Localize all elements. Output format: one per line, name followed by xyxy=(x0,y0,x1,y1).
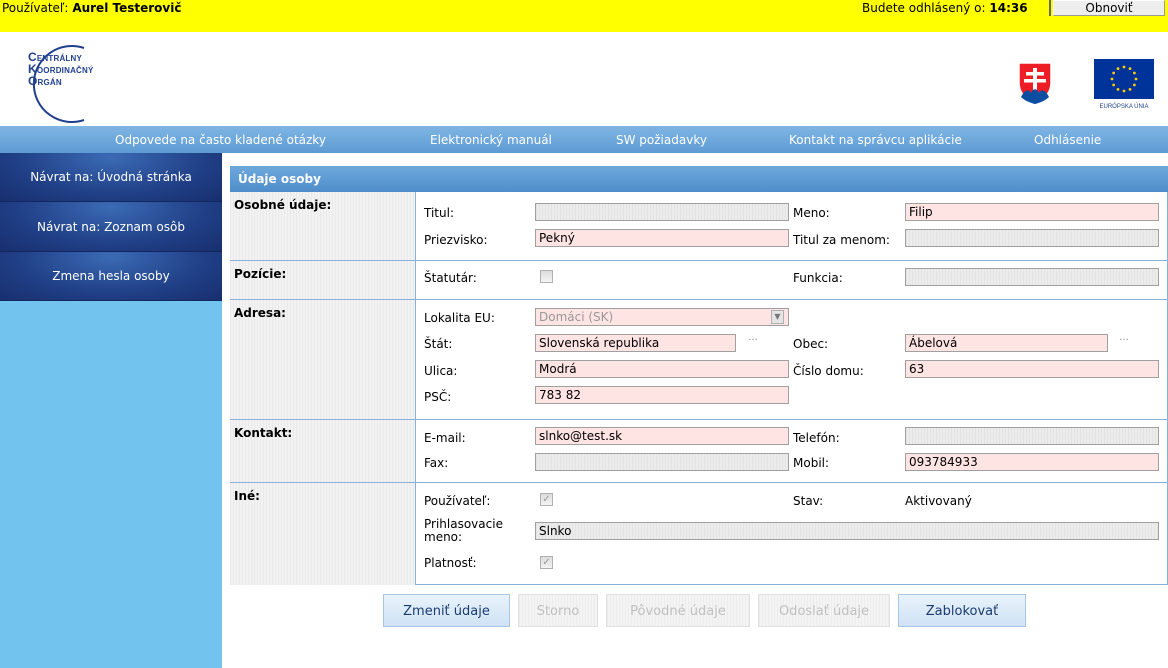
phone-label: Telefón: xyxy=(793,431,840,445)
email-field[interactable]: slnko@test.sk xyxy=(535,427,789,445)
user-label: Používateľ: xyxy=(2,1,69,15)
status-value: Aktivovaný xyxy=(905,494,972,508)
nav-sw-requests[interactable]: SW požiadavky xyxy=(616,133,707,147)
function-field[interactable] xyxy=(905,268,1159,286)
nav-manual[interactable]: Elektronický manuál xyxy=(430,133,552,147)
send-data-button[interactable]: Odoslať údaje xyxy=(758,594,890,627)
session-timeout: Budete odhlásený o: 14:36 xyxy=(862,1,1028,15)
locality-label: Lokalita EU: xyxy=(424,311,495,325)
validity-label: Platnosť: xyxy=(424,556,477,570)
login-label-line-2: meno: xyxy=(424,530,463,544)
phone-field[interactable] xyxy=(905,427,1159,445)
sidebar-item-change-password[interactable]: Zmena hesla osoby xyxy=(0,252,222,301)
title-after-field[interactable] xyxy=(905,229,1159,247)
user-flag-label: Používateľ: xyxy=(424,494,491,508)
street-label: Ulica: xyxy=(424,364,458,378)
nav-logout[interactable]: Odhlásenie xyxy=(1034,133,1101,147)
street-field[interactable]: Modrá xyxy=(535,360,789,378)
slovak-emblem-icon xyxy=(1018,62,1052,105)
title-after-label: Titul za menom: xyxy=(793,233,890,247)
nav-contact-admin[interactable]: Kontakt na správcu aplikácie xyxy=(789,133,962,147)
state-field[interactable]: Slovenská republika xyxy=(535,334,736,352)
state-label: Štát: xyxy=(424,337,453,351)
change-data-button[interactable]: Zmeniť údaje xyxy=(383,594,510,627)
name-field[interactable]: Filip xyxy=(905,203,1159,221)
sidebar-item-home[interactable]: Návrat na: Úvodná stránka xyxy=(0,153,222,202)
municipality-label: Obec: xyxy=(793,337,829,351)
section-label: Kontakt: xyxy=(230,420,416,482)
surname-field[interactable]: Pekný xyxy=(535,229,789,247)
user-checkbox[interactable]: ✓ xyxy=(540,493,553,506)
sidebar-item-person-list[interactable]: Návrat na: Zoznam osôb xyxy=(0,202,222,252)
top-status-bar: Používateľ: Aurel Testerovič Budete odhl… xyxy=(0,0,1168,32)
chevron-down-icon[interactable]: ▼ xyxy=(771,310,784,324)
fax-label: Fax: xyxy=(424,456,449,470)
surname-label: Priezvisko: xyxy=(424,233,488,247)
mobile-field[interactable]: 093784933 xyxy=(905,453,1159,471)
separator xyxy=(1049,0,1051,16)
mobile-label: Mobil: xyxy=(793,456,830,470)
zip-field[interactable]: 783 82 xyxy=(535,386,789,404)
name-label: Meno: xyxy=(793,206,830,220)
zip-label: PSČ: xyxy=(424,390,452,404)
title-field[interactable] xyxy=(535,203,789,221)
title-label: Titul: xyxy=(424,206,454,220)
current-user: Používateľ: Aurel Testerovič xyxy=(2,1,181,15)
section-label: Pozície: xyxy=(230,261,416,299)
state-lookup-button[interactable]: ··· xyxy=(742,334,764,352)
login-name-label: Prihlasovacie meno: xyxy=(424,518,503,544)
statutory-checkbox[interactable] xyxy=(540,270,553,283)
section-label: Osobné údaje: xyxy=(230,192,416,260)
municipality-field[interactable]: Ábelová xyxy=(905,334,1108,352)
cancel-button[interactable]: Storno xyxy=(518,594,598,627)
house-number-label: Číslo domu: xyxy=(793,364,864,378)
eu-caption: EURÓPSKA ÚNIA xyxy=(1099,104,1149,110)
refresh-button[interactable]: Obnoviť xyxy=(1053,0,1165,16)
municipality-lookup-button[interactable]: ··· xyxy=(1113,334,1135,352)
cko-logo-text: Centrálny Koordinačný Orgán xyxy=(28,51,94,87)
logout-label: Budete odhlásený o: xyxy=(862,1,986,15)
validity-checkbox[interactable]: ✓ xyxy=(540,556,553,569)
status-label: Stav: xyxy=(793,494,824,508)
main-nav: Odpovede na často kladené otázky Elektro… xyxy=(0,126,1168,153)
eu-flag-icon xyxy=(1094,59,1154,99)
statutory-label: Štatutár: xyxy=(424,271,477,285)
logo-line-3: Orgán xyxy=(28,74,62,88)
header: Centrálny Koordinačný Orgán EURÓPSKA ÚNI… xyxy=(0,32,1168,126)
house-number-field[interactable]: 63 xyxy=(905,360,1159,378)
locality-select[interactable]: Domáci (SK) xyxy=(535,308,789,326)
login-name-field[interactable]: Slnko xyxy=(535,522,1159,540)
section-label: Iné: xyxy=(230,483,416,585)
sidebar: Návrat na: Úvodná stránka Návrat na: Zoz… xyxy=(0,153,222,668)
section-label: Adresa: xyxy=(230,300,416,419)
fax-field[interactable] xyxy=(535,453,789,471)
user-name: Aurel Testerovič xyxy=(72,1,182,15)
original-data-button[interactable]: Pôvodné údaje xyxy=(606,594,750,627)
panel-title: Údaje osoby xyxy=(230,166,1168,192)
logout-time: 14:36 xyxy=(989,1,1028,15)
email-label: E-mail: xyxy=(424,431,466,445)
login-label-line-1: Prihlasovacie xyxy=(424,517,503,531)
block-button[interactable]: Zablokovať xyxy=(898,594,1026,627)
function-label: Funkcia: xyxy=(793,271,843,285)
nav-faq[interactable]: Odpovede na často kladené otázky xyxy=(115,133,326,147)
